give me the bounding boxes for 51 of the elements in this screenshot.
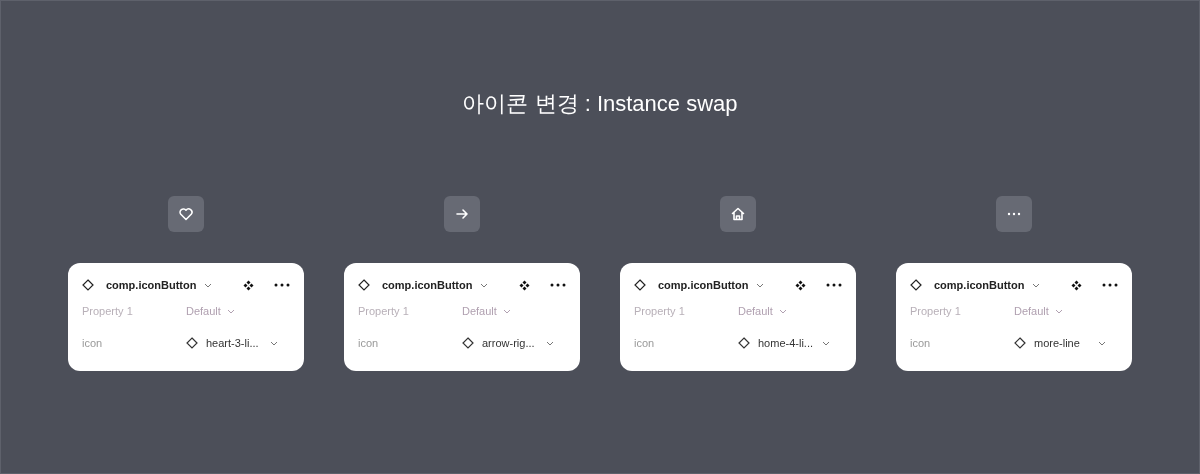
property-value[interactable]: heart-3-li...: [206, 334, 259, 352]
diamond-icon: [358, 279, 370, 291]
property-label: Property 1: [634, 303, 686, 319]
diamond-icon: [1014, 337, 1026, 349]
diamond-icon: [738, 337, 750, 349]
chevron-icon: [1098, 340, 1106, 346]
more-icon[interactable]: [1102, 283, 1118, 287]
property-label: icon: [82, 335, 104, 351]
component-icon: [519, 279, 530, 291]
more-icon[interactable]: [826, 283, 842, 287]
diamond-icon: [634, 279, 646, 291]
component-name: comp.iconButton: [382, 277, 473, 293]
property-value[interactable]: arrow-rig...: [482, 334, 535, 352]
icon-button[interactable]: [720, 196, 756, 232]
component-icon: [243, 279, 254, 291]
icon-button[interactable]: [444, 196, 480, 232]
property-value[interactable]: home-4-li...: [758, 334, 814, 352]
property-label: icon: [910, 335, 932, 351]
component-icon: [795, 279, 806, 291]
chevron-icon: [270, 340, 278, 346]
property-label: Property 1: [358, 303, 410, 319]
chevron-icon: [822, 340, 830, 346]
chevron-icon: [502, 308, 511, 314]
chevron-icon: [226, 308, 235, 314]
arrow-right-icon: [454, 206, 470, 222]
diamond-icon: [82, 279, 94, 291]
component-name: comp.iconButton: [658, 277, 749, 293]
page-title: 아이콘 변경 : Instance swap: [462, 90, 738, 118]
more-icon[interactable]: [274, 283, 290, 287]
chevron-icon: [756, 282, 765, 288]
home-icon: [730, 206, 746, 222]
chevron-icon: [204, 282, 213, 288]
property-label: Property 1: [82, 303, 134, 319]
component-name: comp.iconButton: [106, 277, 197, 293]
chevron-icon: [778, 308, 787, 314]
component-icon: [1071, 279, 1082, 291]
property-value[interactable]: more-line: [1034, 334, 1080, 352]
chevron-icon: [1032, 282, 1041, 288]
diamond-icon: [462, 337, 474, 349]
chevron-icon: [1054, 308, 1063, 314]
property-label: Property 1: [910, 303, 962, 319]
diamond-icon: [186, 337, 198, 349]
heart-icon: [178, 206, 194, 222]
component-name: comp.iconButton: [934, 277, 1025, 293]
diamond-icon: [910, 279, 922, 291]
more-icon[interactable]: [550, 283, 566, 287]
property-label: icon: [634, 335, 656, 351]
chevron-icon: [480, 282, 489, 288]
property-label: icon: [358, 335, 380, 351]
chevron-icon: [546, 340, 554, 346]
icon-button[interactable]: [168, 196, 204, 232]
